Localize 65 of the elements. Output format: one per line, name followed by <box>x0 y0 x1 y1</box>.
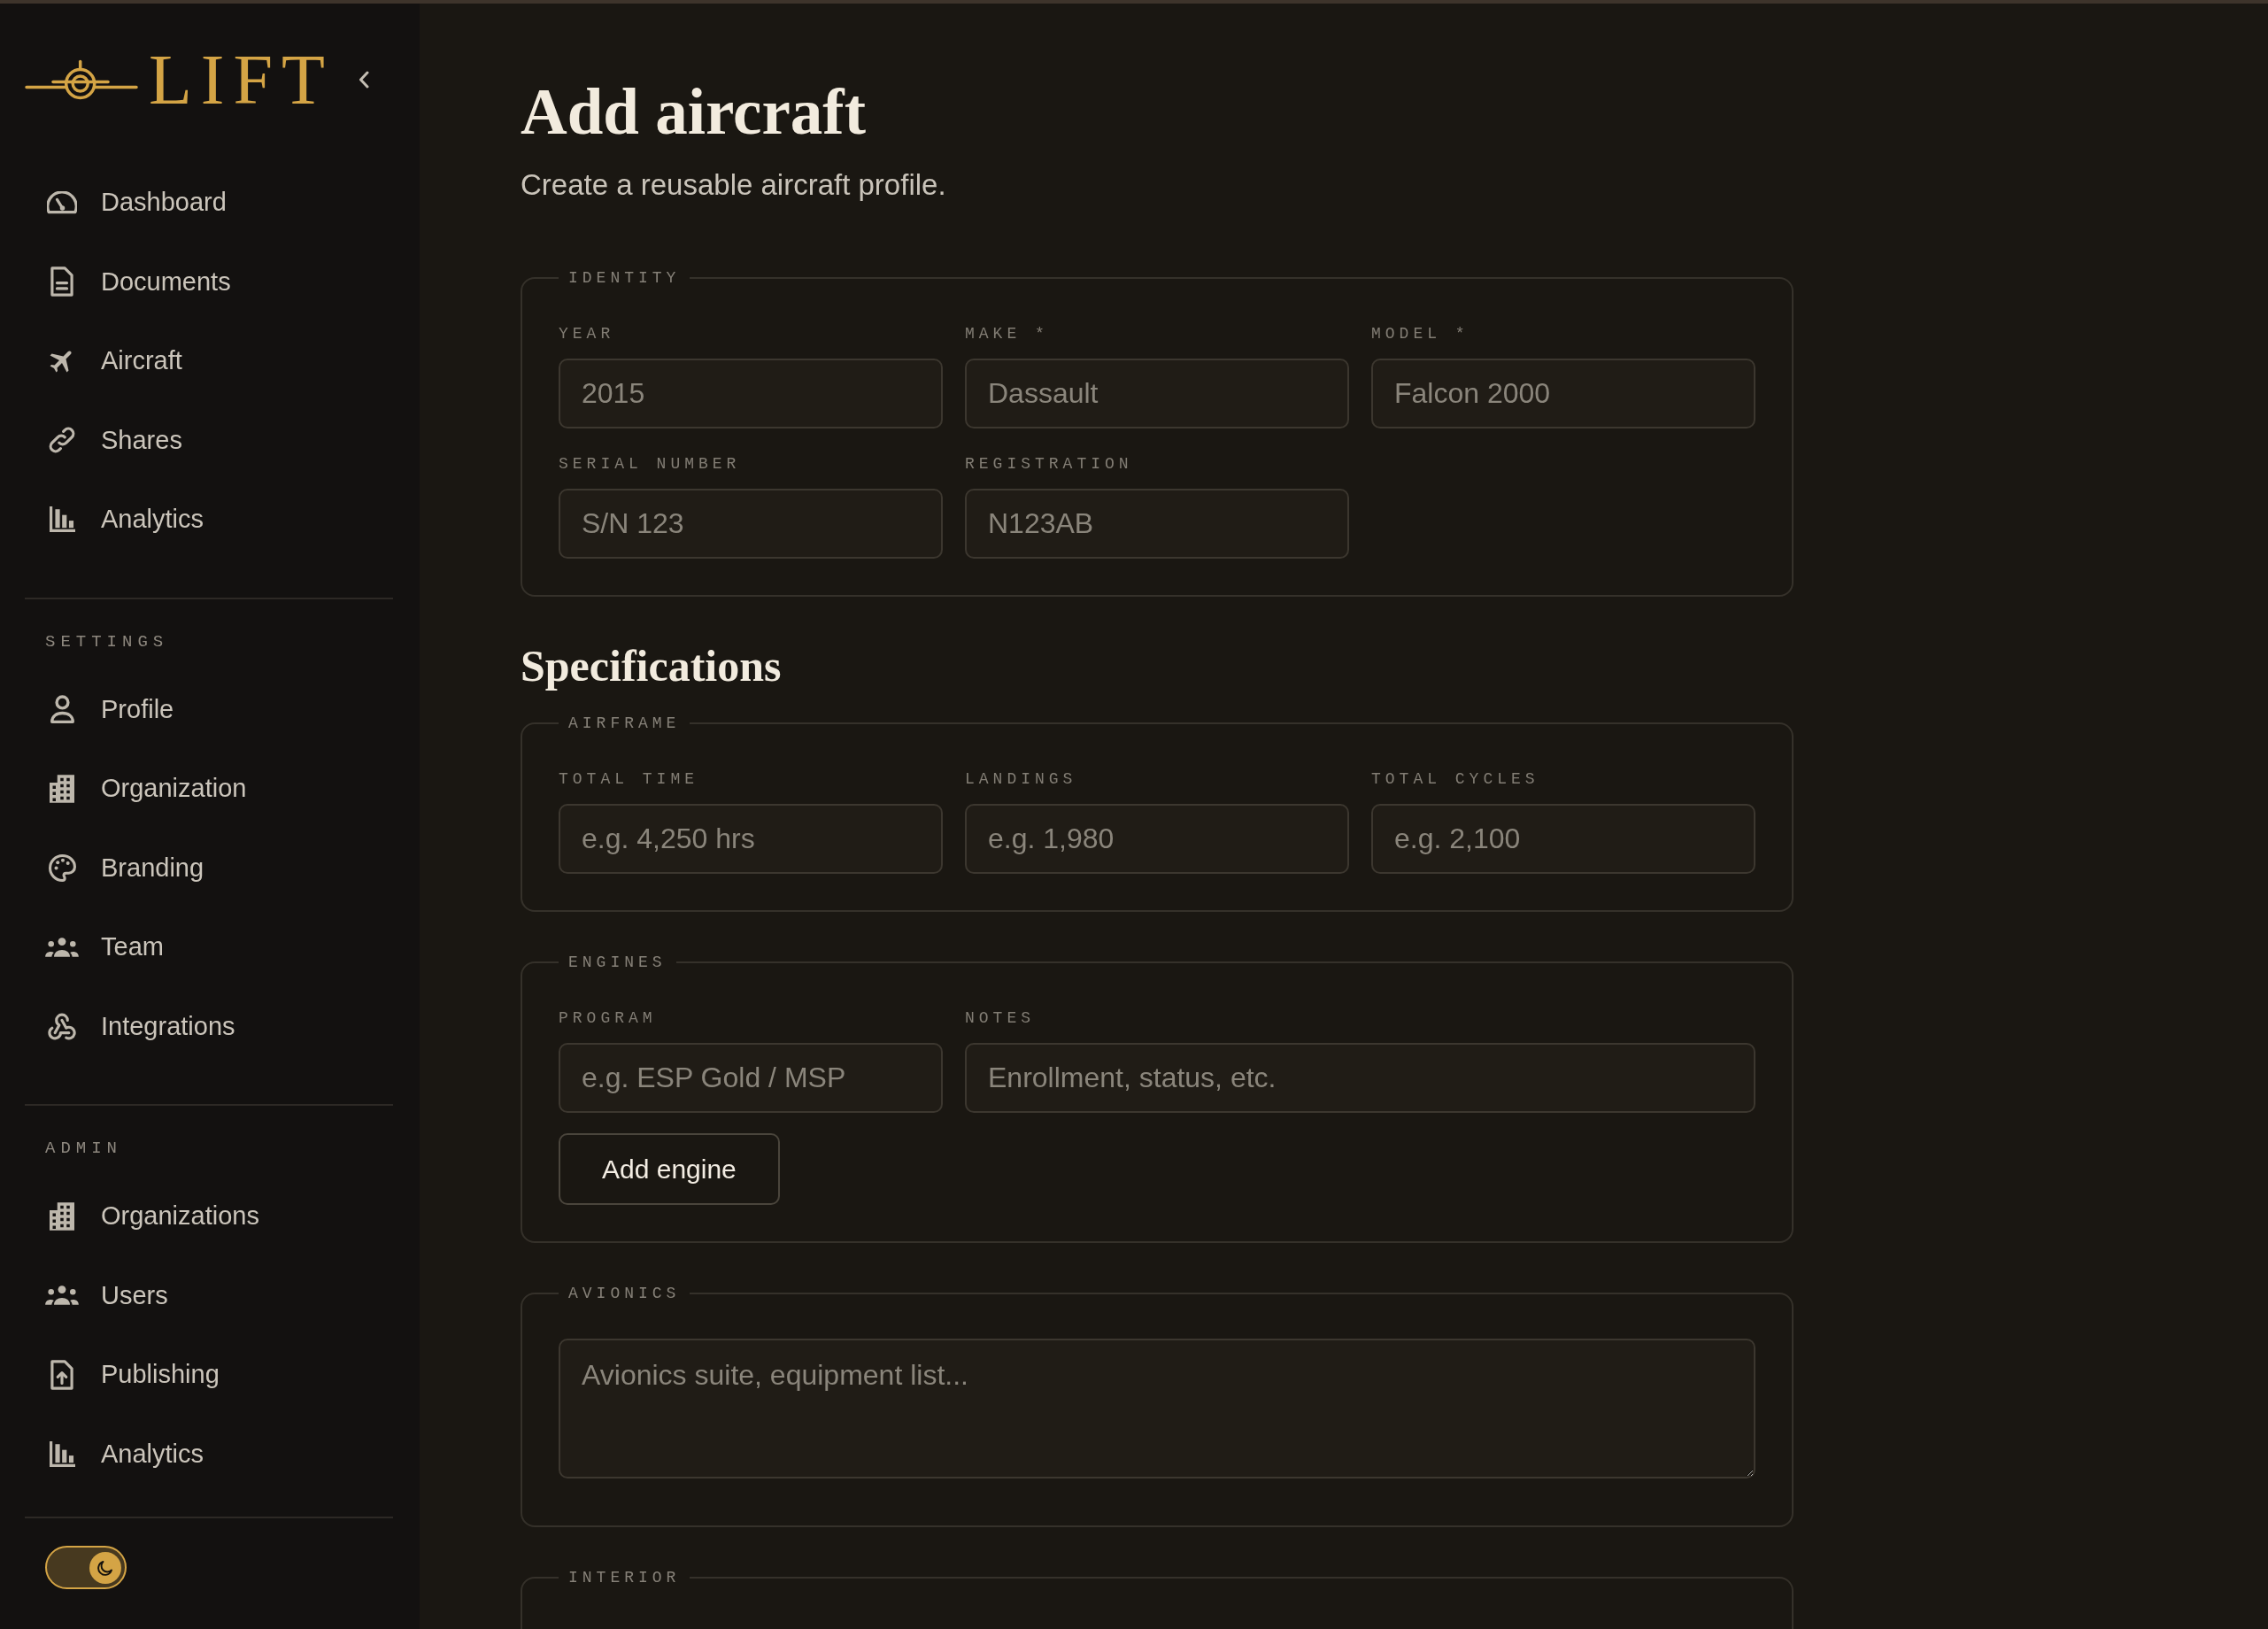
person-icon <box>50 695 74 724</box>
text-input[interactable]: 2015 <box>559 359 943 428</box>
wing-emblem-icon <box>25 59 138 100</box>
field-label: MAKE * <box>965 324 1050 344</box>
nav-item[interactable]: Publishing <box>25 1335 393 1415</box>
nav-item[interactable]: Aircraft <box>25 321 393 401</box>
building-icon <box>50 774 74 803</box>
collapse-button[interactable] <box>358 71 369 89</box>
field-label: TOTAL CYCLES <box>1371 769 1540 790</box>
field-label: MODEL * <box>1371 324 1470 344</box>
nav-item[interactable]: Shares <box>25 400 393 480</box>
section-legend: INTERIOR <box>559 1567 690 1588</box>
nav-item[interactable]: Dashboard <box>25 163 393 243</box>
add-engine-button[interactable]: Add engine <box>559 1133 780 1205</box>
people-icon <box>45 937 79 957</box>
field-label: LANDINGS <box>965 769 1078 790</box>
field-label: NOTES <box>965 1008 1036 1029</box>
text-input[interactable]: Falcon 2000 <box>1371 359 1755 428</box>
field-label: YEAR <box>559 324 616 344</box>
nav-item[interactable]: Profile <box>25 669 393 749</box>
link-icon <box>49 427 75 454</box>
nav-item[interactable]: Analytics <box>25 1414 393 1494</box>
text-input[interactable]: Enrollment, status, etc. <box>965 1043 1755 1113</box>
section-legend: AVIONICS <box>559 1283 690 1304</box>
section-title: Specifications <box>521 641 783 691</box>
page-title: Add aircraft <box>521 76 867 149</box>
text-input[interactable]: e.g. ESP Gold / MSP <box>559 1043 943 1113</box>
section-legend: IDENTITY <box>559 267 690 289</box>
field-label: TOTAL TIME <box>559 769 700 790</box>
bar-chart-icon <box>49 1440 75 1467</box>
section-legend: AIRFRAME <box>559 713 690 734</box>
palette-icon <box>48 853 76 882</box>
text-input[interactable]: N123AB <box>965 489 1349 559</box>
section-heading: SETTINGS <box>44 630 170 652</box>
nav-item[interactable]: Organizations <box>25 1177 393 1256</box>
webhook-icon <box>48 1012 76 1040</box>
page-subtitle: Create a reusable aircraft profile. <box>521 169 947 201</box>
field-label: REGISTRATION <box>965 454 1134 475</box>
field-label: PROGRAM <box>559 1008 658 1029</box>
field-label: SERIAL NUMBER <box>559 454 742 475</box>
text-input[interactable]: S/N 123 <box>559 489 943 559</box>
logo-text: LIFT <box>149 50 334 109</box>
text-input[interactable]: Dassault <box>965 359 1349 428</box>
file-upload-icon <box>50 1359 73 1390</box>
nav-item[interactable]: Users <box>25 1255 393 1335</box>
people-icon <box>45 1285 79 1306</box>
bar-chart-icon <box>49 506 75 533</box>
nav-item[interactable]: Organization <box>25 749 393 829</box>
section-heading: ADMIN <box>44 1138 123 1159</box>
text-input[interactable]: e.g. 4,250 hrs <box>559 804 943 874</box>
chevron-left-icon <box>358 71 369 89</box>
text-input[interactable]: e.g. 1,980 <box>965 804 1349 874</box>
nav-item[interactable]: Team <box>25 907 393 987</box>
gauge-icon <box>47 190 77 214</box>
document-icon <box>50 266 73 297</box>
nav-item[interactable]: Analytics <box>25 480 393 560</box>
moon-icon <box>89 1551 121 1584</box>
nav-item[interactable]: Integrations <box>25 986 393 1066</box>
nav-item[interactable]: Branding <box>25 828 393 907</box>
building-icon <box>50 1201 74 1231</box>
section-legend: ENGINES <box>559 952 676 973</box>
text-input[interactable]: e.g. 2,100 <box>1371 804 1755 874</box>
theme-toggle[interactable] <box>45 1546 127 1589</box>
text-area-field[interactable]: Avionics suite, equipment list... <box>559 1339 1755 1478</box>
nav-item[interactable]: Documents <box>25 242 393 321</box>
